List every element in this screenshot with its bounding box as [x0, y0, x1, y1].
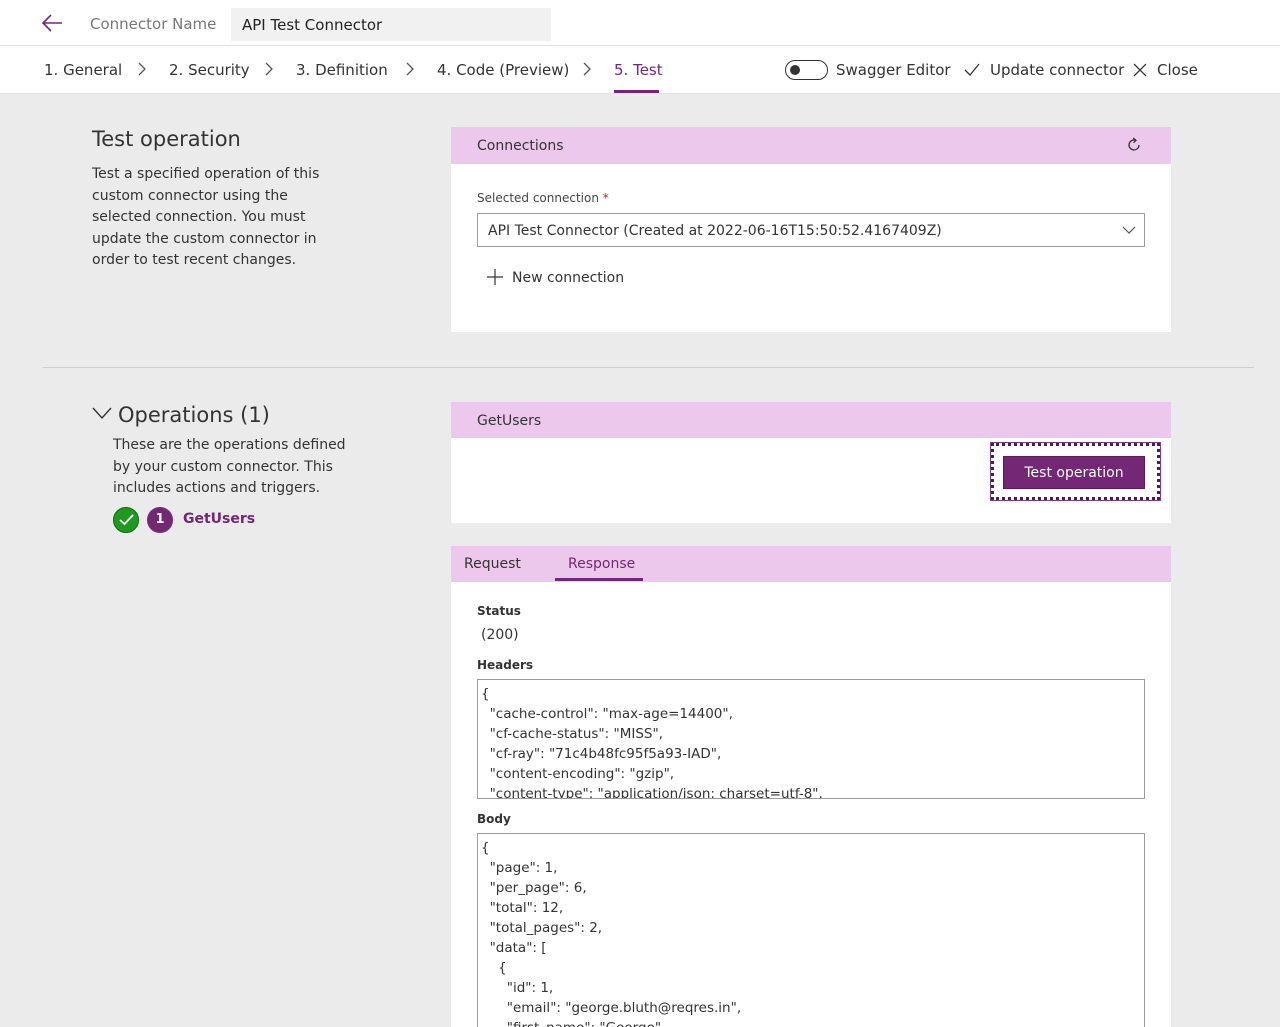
chevron-right-icon: [265, 62, 273, 76]
body-content: { "page": 1, "per_page": 6, "total": 12,…: [481, 840, 742, 1027]
required-marker: *: [602, 191, 609, 205]
headers-content: { "cache-control": "max-age=14400", "cf-…: [481, 686, 823, 799]
chevron-right-icon: [583, 62, 591, 76]
step-code-preview[interactable]: 4. Code (Preview): [437, 61, 569, 79]
active-step-underline: [614, 90, 659, 93]
tab-request[interactable]: Request: [464, 556, 521, 572]
swagger-editor-label[interactable]: Swagger Editor: [836, 61, 951, 79]
operation-number-badge: 1: [147, 507, 173, 533]
body-textbox[interactable]: { "page": 1, "per_page": 6, "total": 12,…: [477, 833, 1145, 1027]
back-arrow-icon[interactable]: [38, 10, 66, 36]
operations-description: These are the operations defined by your…: [113, 437, 346, 496]
connector-name-label: Connector Name: [90, 15, 217, 33]
chevron-right-icon: [138, 62, 146, 76]
connector-name-input[interactable]: [231, 8, 551, 41]
test-operation-title: Test operation: [92, 127, 241, 151]
step-security[interactable]: 2. Security: [169, 61, 250, 79]
operation-link-getusers[interactable]: GetUsers: [183, 511, 255, 527]
selected-connection-label-text: Selected connection: [477, 191, 599, 205]
getusers-card-header: GetUsers: [451, 402, 1171, 438]
top-bar: Connector Name: [0, 0, 1280, 46]
step-test[interactable]: 5. Test: [614, 61, 663, 79]
toggle-knob: [790, 65, 800, 75]
checkmark-icon[interactable]: [963, 61, 981, 79]
selected-connection-label: Selected connection *: [477, 191, 609, 205]
success-check-icon: [113, 507, 139, 533]
close-button[interactable]: Close: [1157, 61, 1198, 79]
chevron-down-icon: [1122, 226, 1136, 234]
test-operation-button[interactable]: Test operation: [1003, 456, 1145, 489]
checkmark-icon: [119, 514, 134, 526]
section-divider: [43, 367, 1254, 368]
body-label: Body: [477, 812, 511, 826]
connections-title: Connections: [477, 138, 564, 154]
active-tab-underline: [555, 578, 643, 581]
test-operation-description: Test a specified operation of this custo…: [92, 166, 320, 268]
selected-connection-dropdown[interactable]: API Test Connector (Created at 2022-06-1…: [477, 213, 1145, 247]
selected-connection-value: API Test Connector (Created at 2022-06-1…: [488, 223, 942, 239]
chevron-down-icon[interactable]: [92, 406, 114, 422]
operations-title: Operations (1): [118, 403, 270, 427]
swagger-editor-toggle[interactable]: [785, 60, 828, 80]
close-icon[interactable]: [1131, 61, 1149, 79]
connections-card-header: Connections: [451, 127, 1171, 164]
status-label: Status: [477, 604, 521, 618]
getusers-title: GetUsers: [477, 413, 542, 429]
tab-response[interactable]: Response: [568, 556, 635, 572]
headers-label: Headers: [477, 658, 534, 672]
step-general[interactable]: 1. General: [44, 61, 122, 79]
update-connector-button[interactable]: Update connector: [990, 61, 1124, 79]
tabs-header: [451, 546, 1171, 582]
new-connection-label: New connection: [512, 270, 625, 286]
step-definition[interactable]: 3. Definition: [296, 61, 388, 79]
refresh-icon[interactable]: [1126, 137, 1142, 153]
plus-icon: [487, 269, 503, 285]
headers-textbox[interactable]: { "cache-control": "max-age=14400", "cf-…: [477, 679, 1145, 799]
chevron-right-icon: [406, 62, 414, 76]
status-value: (200): [481, 627, 519, 643]
